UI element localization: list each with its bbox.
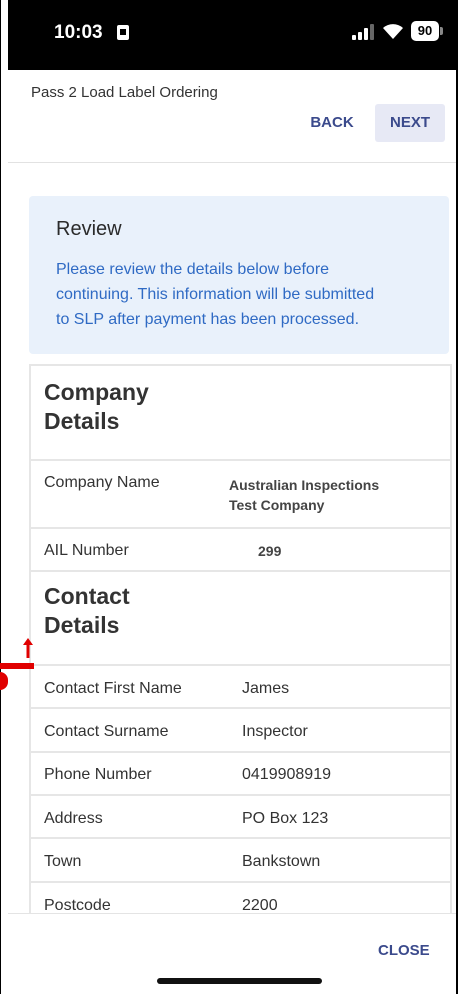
company-name-value: Australian Inspections Test Company bbox=[229, 475, 379, 515]
town-label: Town bbox=[44, 853, 82, 870]
frame-border-right bbox=[456, 0, 458, 994]
back-button[interactable]: BACK bbox=[300, 104, 364, 142]
page-title: Pass 2 Load Label Ordering bbox=[31, 84, 218, 101]
row-divider bbox=[31, 570, 450, 572]
status-time: 10:03 bbox=[54, 22, 103, 43]
ail-number-label: AIL Number bbox=[44, 542, 129, 559]
row-divider bbox=[31, 527, 450, 529]
phone-value: 0419908919 bbox=[242, 766, 331, 783]
review-message-line: Please review the details below before bbox=[56, 261, 330, 278]
row-divider bbox=[31, 707, 450, 709]
company-name-label: Company Name bbox=[44, 474, 160, 491]
first-name-value: James bbox=[242, 680, 290, 697]
heading-line: Company bbox=[44, 379, 149, 405]
wifi-icon bbox=[383, 24, 403, 39]
row-divider bbox=[31, 881, 450, 883]
address-value: PO Box 123 bbox=[242, 810, 329, 827]
first-name-label: Contact First Name bbox=[44, 680, 182, 697]
town-value: Bankstown bbox=[242, 853, 321, 870]
close-button[interactable]: CLOSE bbox=[378, 942, 430, 959]
review-message: Please review the details below before c… bbox=[56, 257, 436, 332]
contact-details-heading: Contact Details bbox=[44, 582, 130, 640]
notification-icon bbox=[117, 25, 129, 40]
frame-border-left bbox=[0, 0, 1, 994]
annotation-marker bbox=[0, 672, 8, 690]
address-label: Address bbox=[44, 810, 103, 827]
battery-icon: 90 bbox=[411, 21, 443, 41]
heading-line: Details bbox=[44, 612, 120, 638]
home-indicator[interactable] bbox=[157, 978, 322, 984]
annotation-marker bbox=[0, 663, 34, 669]
row-divider bbox=[31, 751, 450, 753]
ail-number-value: 299 bbox=[258, 543, 282, 559]
postcode-label: Postcode bbox=[44, 897, 111, 914]
review-message-line: continuing. This information will be sub… bbox=[56, 286, 375, 303]
signal-icon bbox=[352, 24, 374, 40]
review-title: Review bbox=[56, 218, 122, 240]
arrow-up-icon bbox=[23, 638, 33, 658]
heading-line: Details bbox=[44, 408, 120, 434]
row-divider bbox=[31, 794, 450, 796]
header-divider bbox=[8, 162, 456, 163]
surname-label: Contact Surname bbox=[44, 723, 169, 740]
value-line: Australian Inspections bbox=[229, 477, 380, 493]
next-button[interactable]: NEXT bbox=[375, 104, 445, 142]
review-message-line: to SLP after payment has been processed. bbox=[56, 311, 360, 328]
row-divider bbox=[31, 837, 450, 839]
heading-line: Contact bbox=[44, 583, 130, 609]
postcode-value: 2200 bbox=[242, 897, 278, 914]
value-line: Test Company bbox=[229, 497, 325, 513]
footer-divider bbox=[8, 913, 456, 914]
details-table[interactable]: Company Details Company Name Australian … bbox=[29, 364, 452, 914]
row-divider bbox=[31, 459, 450, 461]
review-notice: Review Please review the details below b… bbox=[29, 196, 449, 354]
company-details-heading: Company Details bbox=[44, 378, 149, 436]
phone-label: Phone Number bbox=[44, 766, 152, 783]
status-bar: 10:03 90 bbox=[8, 0, 456, 70]
row-divider bbox=[31, 664, 450, 666]
surname-value: Inspector bbox=[242, 723, 308, 740]
